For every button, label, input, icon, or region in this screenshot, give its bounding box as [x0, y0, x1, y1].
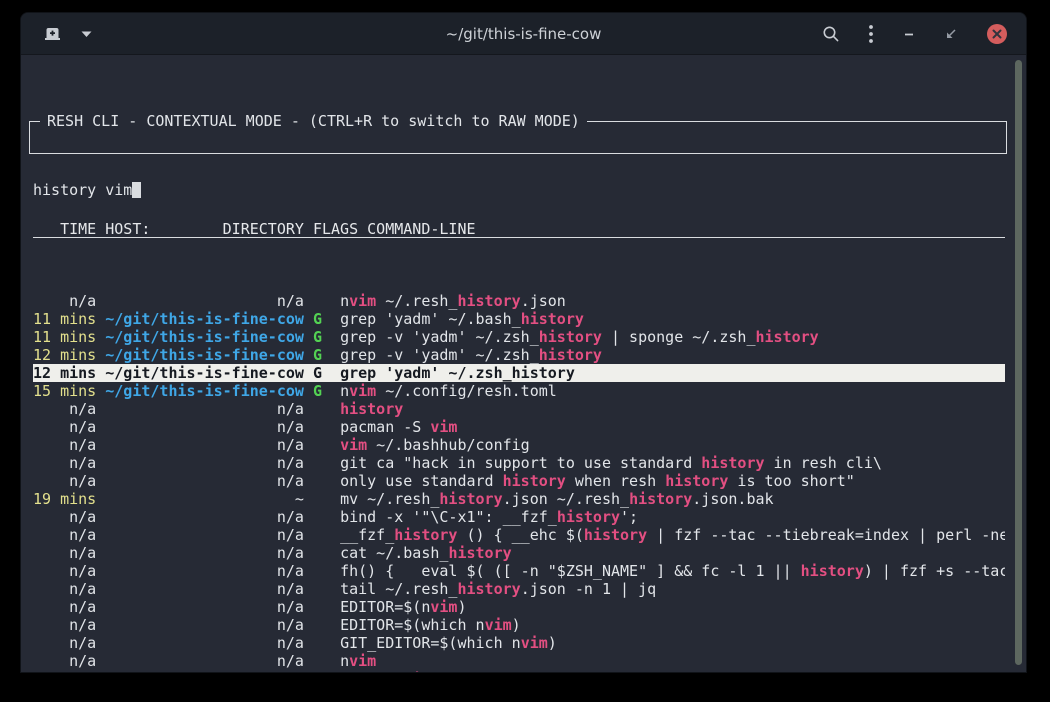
history-row[interactable]: 11 mins ~/git/this-is-fine-cow G grep -v… [33, 328, 1005, 346]
minimize-icon [902, 27, 916, 41]
new-tab-button[interactable] [41, 23, 64, 44]
history-row[interactable]: n/a n/a nvim ~/.resh_history.json [33, 292, 1005, 310]
history-row[interactable]: n/a n/a vim ~/.bashhub/config [33, 436, 1005, 454]
history-row[interactable]: n/a n/a git ca "hack in support to use s… [33, 454, 1005, 472]
desktop-background: ~/git/this-is-fine-cow [0, 0, 1050, 702]
history-row[interactable]: 11 mins ~/git/this-is-fine-cow G grep 'y… [33, 310, 1005, 328]
terminal-viewport[interactable]: RESH CLI - CONTEXTUAL MODE - (CTRL+R to … [21, 55, 1026, 671]
terminal-window: ~/git/this-is-fine-cow [21, 13, 1026, 672]
search-button[interactable] [820, 23, 842, 45]
history-row[interactable]: n/a n/a __fzf_history () { __ehc $(histo… [33, 526, 1005, 544]
history-row[interactable]: n/a n/a history [33, 400, 1005, 418]
history-rows: n/a n/a nvim ~/.resh_history.json11 mins… [33, 292, 1005, 672]
close-button[interactable] [984, 21, 1010, 47]
new-tab-dropdown-button[interactable] [78, 28, 95, 40]
text-cursor [132, 182, 141, 198]
history-row[interactable]: n/a n/a which nvim [33, 670, 1005, 672]
titlebar-right-controls [820, 21, 1026, 47]
history-row[interactable]: n/a n/a tail ~/.resh_history.json -n 1 |… [33, 580, 1005, 598]
history-row[interactable]: n/a n/a cat ~/.bash_history [33, 544, 1005, 562]
titlebar-left-controls [21, 23, 95, 44]
history-row[interactable]: n/a n/a GIT_EDITOR=$(which nvim) [33, 634, 1005, 652]
history-row[interactable]: n/a n/a fh() { eval $( ([ -n "$ZSH_NAME"… [33, 562, 1005, 580]
history-row[interactable]: n/a n/a pacman -S vim [33, 418, 1005, 436]
dropdown-caret-icon [80, 30, 93, 38]
search-query-text: history vim [33, 181, 132, 199]
history-row[interactable]: n/a n/a bind -x '"\C-x1": __fzf_history'… [33, 508, 1005, 526]
restore-button[interactable] [942, 25, 960, 43]
history-row[interactable]: 15 mins ~/git/this-is-fine-cow G nvim ~/… [33, 382, 1005, 400]
window-title: ~/git/this-is-fine-cow [446, 25, 602, 43]
titlebar: ~/git/this-is-fine-cow [21, 13, 1026, 55]
search-input[interactable]: history vim [30, 181, 1006, 199]
menu-kebab-icon [868, 24, 874, 44]
history-row[interactable]: 19 mins ~ mv ~/.resh_history.json ~/.res… [33, 490, 1005, 508]
history-row[interactable]: n/a n/a EDITOR=$(which nvim) [33, 616, 1005, 634]
scrollbar[interactable] [1015, 60, 1022, 665]
history-row-selected[interactable]: 12 mins ~/git/this-is-fine-cow G grep 'y… [33, 364, 1005, 382]
history-row[interactable]: 12 mins ~/git/this-is-fine-cow G grep -v… [33, 346, 1005, 364]
history-row[interactable]: n/a n/a nvim [33, 652, 1005, 670]
minimize-button[interactable] [900, 25, 918, 43]
search-icon [822, 25, 840, 43]
history-row[interactable]: n/a n/a only use standard history when r… [33, 472, 1005, 490]
new-tab-icon [43, 25, 62, 42]
resh-search-panel: RESH CLI - CONTEXTUAL MODE - (CTRL+R to … [29, 121, 1007, 154]
resh-mode-title: RESH CLI - CONTEXTUAL MODE - (CTRL+R to … [40, 112, 587, 130]
history-row[interactable]: n/a n/a EDITOR=$(nvim) [33, 598, 1005, 616]
close-icon [986, 23, 1008, 45]
menu-button[interactable] [866, 22, 876, 46]
restore-icon [944, 27, 958, 41]
